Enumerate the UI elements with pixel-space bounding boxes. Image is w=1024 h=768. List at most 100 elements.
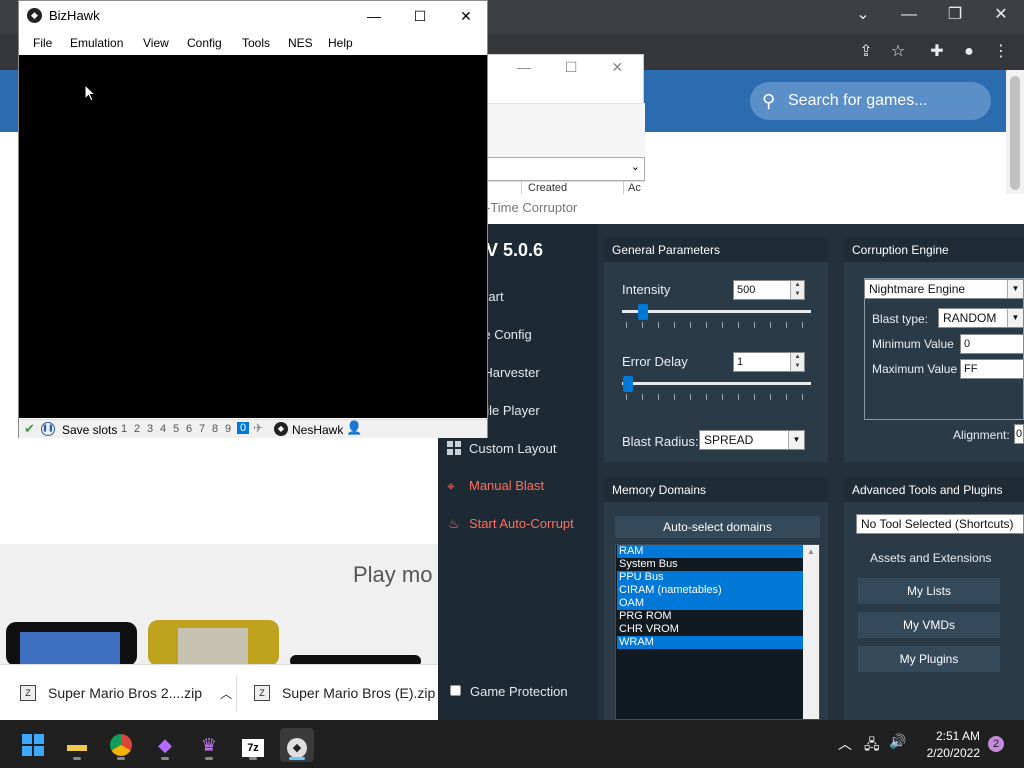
my-plugins-button[interactable]: My Plugins bbox=[858, 646, 1000, 672]
column-header[interactable]: Ac bbox=[623, 182, 641, 194]
save-slot[interactable]: 8 bbox=[212, 423, 218, 435]
column-header[interactable]: Created bbox=[521, 182, 567, 194]
intensity-slider-thumb[interactable] bbox=[638, 304, 648, 320]
network-icon[interactable]: 🖧 bbox=[864, 734, 880, 758]
maximum-value-input[interactable]: FF bbox=[960, 359, 1024, 379]
save-slot[interactable]: 4 bbox=[160, 423, 166, 435]
profile-icon[interactable]: ● bbox=[958, 41, 980, 63]
save-slot[interactable]: 3 bbox=[147, 423, 153, 435]
error-delay-slider-thumb[interactable] bbox=[623, 376, 633, 392]
my-vmds-button[interactable]: My VMDs bbox=[858, 612, 1000, 638]
browser-menu-icon[interactable]: ⋮ bbox=[990, 41, 1012, 63]
engine-select[interactable]: Nightmare Engine ▼ bbox=[864, 279, 1024, 299]
menu-nes[interactable]: NES bbox=[288, 36, 313, 50]
save-slot[interactable]: 5 bbox=[173, 423, 179, 435]
taskbar-app-chrome[interactable] bbox=[104, 728, 138, 762]
intensity-input[interactable]: 500 ▲ ▼ bbox=[733, 280, 805, 300]
bookmark-star-icon[interactable]: ☆ bbox=[887, 41, 909, 63]
minimize-icon[interactable]: — bbox=[898, 4, 920, 26]
slider-ticks bbox=[626, 394, 810, 400]
save-slot[interactable]: 7 bbox=[199, 423, 205, 435]
close-button[interactable]: ✕ bbox=[443, 1, 489, 31]
pause-icon[interactable]: ❚❚ bbox=[41, 422, 55, 436]
menu-view[interactable]: View bbox=[143, 36, 169, 50]
memory-domains-list[interactable]: RAM System Bus PPU Bus CIRAM (nametables… bbox=[615, 544, 820, 720]
close-icon[interactable]: ✕ bbox=[990, 4, 1012, 26]
close-icon[interactable]: ✕ bbox=[611, 59, 623, 75]
clock-date[interactable]: 2/20/2022 bbox=[916, 746, 980, 760]
list-item[interactable]: CHR VROM bbox=[617, 623, 803, 636]
scroll-up-icon[interactable]: ▲ bbox=[803, 547, 819, 556]
list-item[interactable]: System Bus bbox=[617, 558, 803, 571]
chevron-up-icon[interactable]: ︿ bbox=[838, 734, 852, 754]
volume-icon[interactable]: 🔊 bbox=[889, 733, 906, 750]
scrollbar-thumb[interactable] bbox=[1010, 76, 1020, 190]
sidebar-item-manual-blast[interactable]: Manual Blast bbox=[469, 478, 544, 493]
minimize-icon[interactable]: — bbox=[517, 59, 531, 75]
tool-select[interactable]: No Tool Selected (Shortcuts) bbox=[856, 514, 1024, 534]
menu-file[interactable]: File bbox=[33, 36, 52, 50]
sidebar-item-custom-layout[interactable]: Custom Layout bbox=[469, 441, 556, 456]
checkmark-icon: ✔ bbox=[24, 421, 35, 436]
blast-radius-select[interactable]: SPREAD ▼ bbox=[699, 430, 805, 450]
save-slots-label: Save slots bbox=[62, 423, 118, 437]
taskbar-app-gem[interactable]: ◆ bbox=[148, 728, 182, 762]
taskbar-app-file-explorer[interactable]: ▬ bbox=[60, 728, 94, 762]
auto-select-domains-button[interactable]: Auto-select domains bbox=[615, 516, 820, 538]
emulator-screen[interactable] bbox=[19, 55, 487, 418]
bizhawk-logo-icon: ◆ bbox=[274, 422, 288, 436]
share-icon[interactable]: ⇪ bbox=[855, 41, 877, 63]
dropdown[interactable]: ⌄ bbox=[487, 157, 645, 181]
extensions-puzzle-icon[interactable]: ✚ bbox=[926, 41, 948, 63]
list-item[interactable]: PRG ROM bbox=[617, 610, 803, 623]
list-item[interactable]: PPU Bus bbox=[617, 571, 803, 584]
game-thumbnail[interactable] bbox=[6, 622, 137, 666]
save-slot[interactable]: 9 bbox=[225, 423, 231, 435]
taskbar-app-game[interactable]: ♛ bbox=[192, 728, 226, 762]
download-item[interactable]: Z Super Mario Bros 2....zip ︿ bbox=[20, 665, 232, 721]
save-slot-active[interactable]: 0 bbox=[237, 422, 250, 434]
maximize-button[interactable]: ☐ bbox=[397, 1, 443, 31]
chevron-down-icon: ▼ bbox=[1007, 280, 1023, 298]
restore-icon[interactable]: ❐ bbox=[944, 4, 966, 26]
core-name: NesHawk bbox=[292, 423, 344, 437]
maximize-icon[interactable]: ☐ bbox=[565, 59, 578, 75]
tab-search-chevron-icon[interactable]: ⌄ bbox=[852, 4, 874, 26]
error-delay-input[interactable]: 1 ▲ ▼ bbox=[733, 352, 805, 372]
menu-config[interactable]: Config bbox=[187, 36, 222, 50]
minimum-value-input[interactable]: 0 bbox=[960, 334, 1024, 354]
minimize-button[interactable]: — bbox=[351, 1, 397, 31]
start-button[interactable] bbox=[16, 728, 50, 762]
taskbar-app-7zip[interactable]: 7z bbox=[236, 728, 270, 762]
game-protection-checkbox[interactable] bbox=[450, 685, 461, 696]
list-item[interactable]: WRAM bbox=[617, 636, 803, 649]
save-slot[interactable]: 2 bbox=[134, 423, 140, 435]
notification-badge[interactable]: 2 bbox=[988, 736, 1004, 752]
alignment-input[interactable]: 0 bbox=[1014, 424, 1024, 444]
list-item[interactable]: RAM bbox=[617, 545, 803, 558]
search-input[interactable]: ⚲ Search for games... bbox=[750, 82, 991, 120]
clock-time[interactable]: 2:51 AM bbox=[930, 729, 980, 743]
menu-tools[interactable]: Tools bbox=[242, 36, 270, 50]
my-lists-button[interactable]: My Lists bbox=[858, 578, 1000, 604]
blast-type-select[interactable]: RANDOM ▼ bbox=[938, 308, 1024, 328]
flame-icon: ♨ bbox=[448, 516, 460, 531]
chevron-down-icon: ▼ bbox=[1007, 309, 1023, 327]
menu-emulation[interactable]: Emulation bbox=[70, 36, 123, 50]
list-item[interactable]: OAM bbox=[617, 597, 803, 610]
list-item[interactable]: CIRAM (nametables) bbox=[617, 584, 803, 597]
spinner-arrows-icon[interactable]: ▲ ▼ bbox=[790, 353, 804, 371]
sidebar-item-start-auto-corrupt[interactable]: Start Auto-Corrupt bbox=[469, 516, 574, 531]
list-scrollbar[interactable]: ▲ bbox=[803, 545, 819, 719]
save-slot[interactable]: 1 bbox=[121, 423, 127, 435]
chevron-up-icon[interactable]: ︿ bbox=[220, 685, 232, 702]
spinner-arrows-icon[interactable]: ▲ ▼ bbox=[790, 281, 804, 299]
game-thumbnail[interactable] bbox=[148, 620, 279, 666]
save-slot[interactable]: 6 bbox=[186, 423, 192, 435]
download-item[interactable]: Z Super Mario Bros (E).zip bbox=[254, 665, 435, 721]
blast-radius-value: SPREAD bbox=[704, 433, 754, 447]
intensity-slider[interactable] bbox=[622, 310, 811, 313]
error-delay-slider[interactable] bbox=[622, 382, 811, 385]
menu-help[interactable]: Help bbox=[328, 36, 353, 50]
taskbar-app-bizhawk[interactable]: ◆ bbox=[280, 728, 314, 762]
